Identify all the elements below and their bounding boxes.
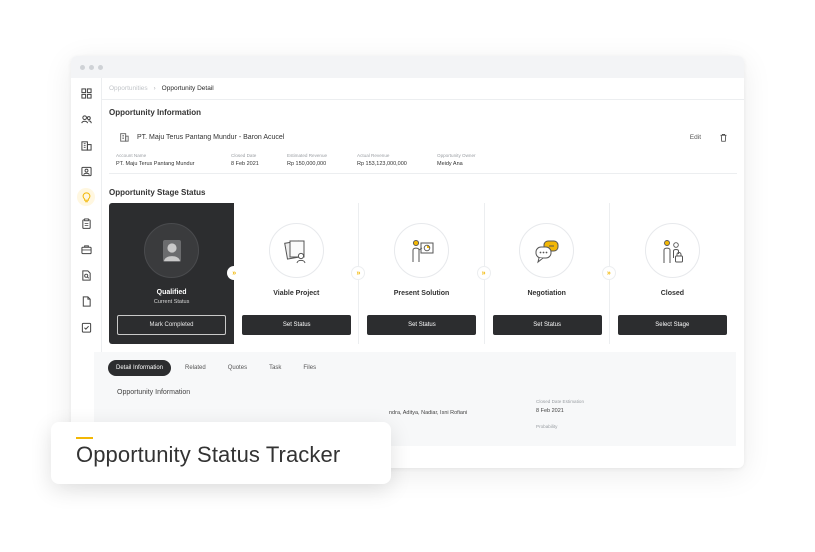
stage-icon-circle xyxy=(644,223,700,278)
opportunity-name: PT. Maju Terus Pantang Mundur - Baron Ac… xyxy=(119,132,284,142)
stage-card-qualified: Qualified Current Status Mark Completed … xyxy=(109,203,242,344)
sidebar-item-checklist[interactable] xyxy=(78,318,94,336)
sidebar-item-contacts[interactable] xyxy=(78,162,94,180)
stage-label: Negotiation xyxy=(527,290,566,297)
stage-icon-circle xyxy=(519,223,575,278)
probability-label: Probability xyxy=(536,424,558,429)
info-field: Closed Date 8 Feb 2021 xyxy=(231,153,275,167)
tab-task[interactable]: Task xyxy=(261,360,289,376)
info-field-label: Closed Date xyxy=(231,153,257,158)
tab-files[interactable]: Files xyxy=(295,360,324,376)
tab-detail-information[interactable]: Detail Information xyxy=(108,360,172,376)
stage-label: Closed xyxy=(660,290,685,297)
info-field-value: Rp 150,000,000 xyxy=(287,161,327,167)
delete-button[interactable] xyxy=(714,128,732,146)
feature-badge: Opportunity Status Tracker xyxy=(51,422,391,484)
opportunity-actions: Edit xyxy=(682,128,732,146)
select-stage-button[interactable]: Select Stage xyxy=(617,315,727,335)
sidebar-item-search[interactable] xyxy=(78,266,94,284)
stage-card-viable-project: Viable Project Set Status » xyxy=(234,203,366,344)
set-status-button[interactable]: Set Status xyxy=(492,315,602,335)
trash-icon xyxy=(720,133,726,142)
team-members-value: ndra, Aditya, Nadiar, Isni Rofiani xyxy=(389,410,468,416)
tab-quotes[interactable]: Quotes xyxy=(220,360,255,376)
info-field-value: PT. Maju Terus Pantang Mundur xyxy=(116,161,195,167)
dashboard-icon xyxy=(80,87,92,99)
lightbulb-icon xyxy=(82,191,90,202)
stage-section-title: Opportunity Stage Status xyxy=(109,188,206,197)
sidebar-item-opportunities[interactable] xyxy=(77,188,95,206)
closed-date-value: 8 Feb 2021 xyxy=(536,408,564,414)
sidebar-item-dashboard[interactable] xyxy=(78,84,94,102)
window-dot xyxy=(89,64,94,70)
stage-icon-circle xyxy=(144,223,200,278)
sidebar-item-documents[interactable] xyxy=(78,292,94,310)
opportunity-name-text: PT. Maju Terus Pantang Mundur - Baron Ac… xyxy=(137,133,285,141)
stage-sub-label: Current Status xyxy=(153,299,190,305)
stage-icon-circle xyxy=(394,223,449,278)
info-field: Estimated Revenue Rp 150,000,000 xyxy=(287,153,345,167)
sidebar-item-users[interactable] xyxy=(78,110,94,128)
detail-section-title: Opportunity Information xyxy=(117,389,191,396)
mark-completed-button[interactable]: Mark Completed xyxy=(117,315,226,335)
sidebar-item-tasks[interactable] xyxy=(78,214,94,232)
sidebar-item-products[interactable] xyxy=(78,240,94,258)
feature-title: Opportunity Status Tracker xyxy=(76,442,341,467)
info-field: Opportunity Owner Meidy Ana xyxy=(437,153,497,167)
checklist-icon xyxy=(81,322,91,333)
accent-bar xyxy=(76,437,93,439)
window-dot xyxy=(80,64,85,70)
closed-date-label: Closed Date Estimation xyxy=(536,399,585,404)
stage-card-negotiation: Negotiation Set Status » xyxy=(485,203,616,344)
chevron-double-right-icon: » xyxy=(601,266,616,280)
info-field-label: Opportunity Owner xyxy=(437,153,476,158)
stage-label: Present Solution xyxy=(393,290,450,297)
stage-card-present-solution: Present Solution Set Status » xyxy=(359,203,491,344)
chevron-double-right-icon: » xyxy=(476,266,491,280)
window-titlebar xyxy=(71,56,744,78)
breadcrumb: Opportunities › Opportunity Detail xyxy=(102,78,744,100)
opportunity-fields: Account Name PT. Maju Terus Pantang Mundu… xyxy=(109,153,737,174)
info-field-value: Meidy Ana xyxy=(437,161,463,167)
set-status-button[interactable]: Set Status xyxy=(242,315,352,335)
stage-icon-circle xyxy=(268,223,324,278)
document-icon xyxy=(82,295,91,307)
contact-card-icon xyxy=(80,166,92,176)
search-document-icon xyxy=(81,269,91,281)
info-field-value: 8 Feb 2021 xyxy=(231,161,259,167)
opportunity-header: PT. Maju Terus Pantang Mundur - Baron Ac… xyxy=(109,127,736,147)
breadcrumb-current: Opportunity Detail xyxy=(161,85,214,92)
info-field-label: Estimated Revenue xyxy=(287,153,328,158)
stage-tracker: Qualified Current Status Mark Completed … xyxy=(109,203,735,344)
section-title: Opportunity Information xyxy=(109,108,201,117)
users-icon xyxy=(80,114,92,123)
stage-label: Qualified xyxy=(156,289,187,296)
building-icon xyxy=(80,140,92,151)
window-dot xyxy=(98,64,103,70)
set-status-button[interactable]: Set Status xyxy=(367,315,477,335)
chat-bubbles-icon xyxy=(535,240,559,263)
app-window: Opportunities › Opportunity Detail Oppor… xyxy=(71,56,744,468)
info-field-label: Account Name xyxy=(116,153,147,158)
info-field: Actual Revenue Rp 153,123,000,000 xyxy=(357,153,425,167)
stage-label: Viable Project xyxy=(273,290,320,297)
breadcrumb-parent[interactable]: Opportunities xyxy=(109,85,148,92)
presentation-icon xyxy=(412,239,433,262)
info-field-value: Rp 153,123,000,000 xyxy=(357,161,407,167)
documents-person-icon xyxy=(284,239,306,263)
sidebar-item-accounts[interactable] xyxy=(78,136,94,154)
clipboard-icon xyxy=(81,217,91,229)
edit-button[interactable]: Edit xyxy=(682,129,708,145)
briefcase-icon xyxy=(80,244,92,254)
info-field-label: Actual Revenue xyxy=(357,153,390,158)
person-silhouette-icon xyxy=(162,239,181,262)
tab-bar: Detail Information Related Quotes Task F… xyxy=(102,352,728,376)
page: Opportunities › Opportunity Detail Oppor… xyxy=(0,0,815,552)
stage-card-closed: Closed Select Stage xyxy=(610,203,735,344)
chevron-right-icon: › xyxy=(153,85,156,92)
people-lock-icon xyxy=(663,239,684,263)
info-field: Account Name PT. Maju Terus Pantang Mundu… xyxy=(116,153,219,167)
tab-related[interactable]: Related xyxy=(177,360,214,376)
building-icon xyxy=(120,133,129,142)
